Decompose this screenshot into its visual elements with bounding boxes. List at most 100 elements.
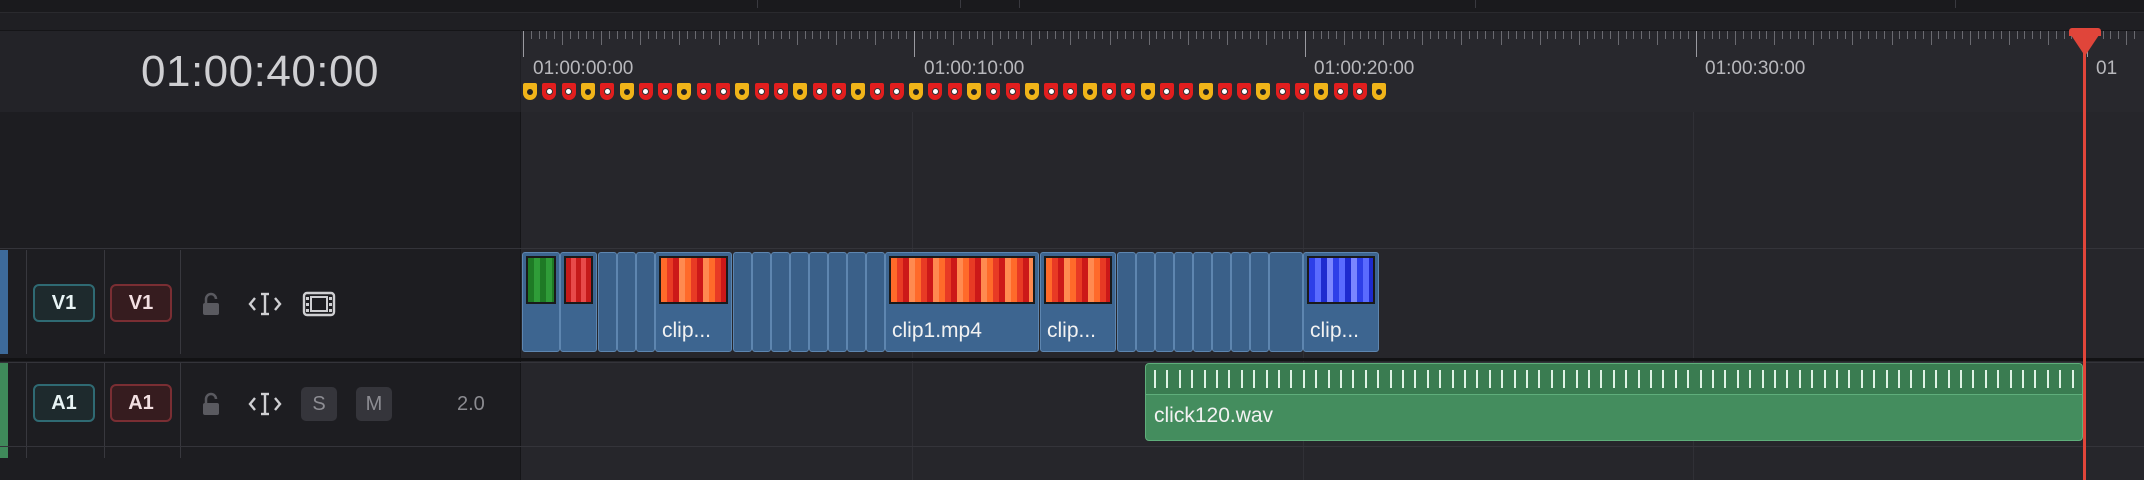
video-clip[interactable] (752, 252, 771, 352)
marker-red[interactable] (716, 83, 730, 100)
marker-dot-icon (681, 88, 688, 95)
marker-red[interactable] (831, 83, 846, 100)
marker-red[interactable] (812, 83, 827, 100)
marker-red[interactable] (1217, 83, 1232, 100)
video-clip[interactable] (771, 252, 790, 352)
marker-red[interactable] (1352, 83, 1367, 100)
video-clip[interactable] (828, 252, 847, 352)
video-clip[interactable] (1269, 252, 1303, 352)
playhead-handle[interactable] (2069, 32, 2101, 56)
waveform-transient (1513, 370, 1516, 388)
marker-red[interactable] (754, 83, 769, 100)
marker-yellow[interactable] (580, 83, 595, 100)
marker-red[interactable] (696, 83, 711, 100)
marker-red[interactable] (1121, 83, 1136, 100)
marker-yellow[interactable] (966, 83, 981, 100)
ruler-tick (1570, 31, 1572, 39)
auto-select-icon[interactable] (245, 287, 285, 321)
marker-red[interactable] (1237, 83, 1252, 100)
video-clip[interactable] (1174, 252, 1193, 352)
timecode-display[interactable]: 01:00:40:00 (0, 31, 520, 112)
marker-red[interactable] (889, 83, 904, 100)
marker-yellow[interactable] (1314, 83, 1329, 100)
marker-red[interactable] (1275, 83, 1290, 100)
waveform-transient (1612, 370, 1615, 388)
video-clip[interactable]: clip... (655, 252, 732, 352)
marker-yellow[interactable] (1256, 83, 1271, 100)
video-clip[interactable]: clip... (1040, 252, 1116, 352)
video-clip[interactable] (617, 252, 636, 352)
audio-clip[interactable]: click120.wav (1145, 363, 2083, 441)
marker-red[interactable] (1159, 83, 1174, 100)
marker-yellow[interactable] (677, 83, 692, 100)
video-clip[interactable] (809, 252, 828, 352)
ruler-tick (1492, 31, 1494, 39)
marker-yellow[interactable] (1024, 83, 1039, 100)
marker-red[interactable] (1005, 83, 1020, 100)
video-clip[interactable] (1117, 252, 1136, 352)
marker-red[interactable] (870, 83, 885, 100)
v1-source-patch[interactable]: V1 (33, 284, 95, 322)
video-clip[interactable]: clip... (1303, 252, 1379, 352)
marker-yellow[interactable] (909, 83, 923, 100)
strip-tick (960, 0, 961, 8)
ruler-tick (1617, 31, 1619, 45)
auto-select-icon[interactable] (245, 387, 285, 421)
timeline-ruler[interactable]: 01:00:00:00 01:00:10:00 01:00:20:00 01:0… (521, 30, 2144, 113)
a1-destination[interactable]: A1 (110, 384, 172, 422)
film-strip-icon[interactable] (301, 287, 337, 321)
marker-red[interactable] (600, 83, 615, 100)
marker-red[interactable] (986, 83, 1001, 100)
marker-red[interactable] (947, 83, 962, 100)
marker-yellow[interactable] (793, 83, 808, 100)
waveform-transient (1216, 370, 1218, 388)
marker-yellow[interactable] (523, 83, 537, 100)
marker-yellow[interactable] (619, 83, 634, 100)
marker-red[interactable] (542, 83, 557, 100)
marker-yellow[interactable] (851, 83, 866, 100)
marker-yellow[interactable] (1372, 83, 1387, 100)
video-clip[interactable] (866, 252, 885, 352)
marker-red[interactable] (773, 83, 788, 100)
waveform-transient (1414, 370, 1417, 388)
marker-red[interactable] (658, 83, 673, 100)
solo-button[interactable]: S (301, 387, 337, 421)
timeline-tracks[interactable]: clip... clip1.mp4 clip... clip... click120.… (521, 112, 2144, 480)
video-clip[interactable] (847, 252, 866, 352)
marker-red[interactable] (1044, 83, 1059, 100)
ruler-tick (1696, 31, 1697, 57)
video-clip[interactable] (636, 252, 655, 352)
lock-icon[interactable] (196, 387, 226, 421)
video-clip[interactable] (560, 252, 597, 352)
ruler-tick (741, 31, 743, 39)
video-clip[interactable] (1231, 252, 1250, 352)
video-clip[interactable] (733, 252, 752, 352)
marker-yellow[interactable] (735, 83, 750, 100)
marker-red[interactable] (1102, 83, 1116, 100)
mute-button[interactable]: M (356, 387, 392, 421)
video-clip[interactable] (790, 252, 809, 352)
marker-yellow[interactable] (1140, 83, 1155, 100)
video-clip[interactable] (1136, 252, 1155, 352)
marker-red[interactable] (1179, 83, 1194, 100)
video-clip[interactable] (522, 252, 560, 352)
marker-red[interactable] (1333, 83, 1348, 100)
video-clip[interactable] (1212, 252, 1231, 352)
marker-red[interactable] (638, 83, 653, 100)
playhead[interactable] (2083, 36, 2086, 480)
marker-red[interactable] (928, 83, 943, 100)
video-clip[interactable]: clip1.mp4 (885, 252, 1039, 352)
video-clip[interactable] (1193, 252, 1212, 352)
video-clip[interactable] (598, 252, 617, 352)
marker-red[interactable] (1063, 83, 1078, 100)
a1-source-patch[interactable]: A1 (33, 384, 95, 422)
marker-red[interactable] (1295, 83, 1309, 100)
video-clip[interactable] (1155, 252, 1174, 352)
video-clip[interactable] (1250, 252, 1269, 352)
marker-yellow[interactable] (1082, 83, 1097, 100)
marker-red[interactable] (561, 83, 576, 100)
v1-destination[interactable]: V1 (110, 284, 172, 322)
ruler-tick (2032, 31, 2034, 39)
marker-yellow[interactable] (1198, 83, 1213, 100)
lock-icon[interactable] (196, 287, 226, 321)
